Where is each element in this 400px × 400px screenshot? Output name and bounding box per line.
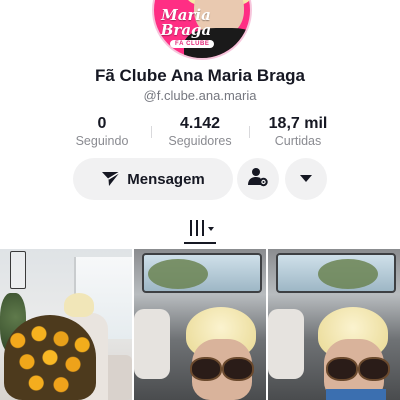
caret-down-icon: [299, 170, 313, 188]
content-tabs: [0, 212, 400, 244]
more-button[interactable]: [285, 158, 327, 200]
message-button[interactable]: Mensagem: [73, 158, 233, 200]
stat-following[interactable]: 0 Seguindo: [52, 114, 152, 149]
avatar-badge: FÃ CLUBE: [170, 40, 215, 48]
stat-value: 4.142: [179, 115, 221, 132]
thumbnail-trees: [148, 259, 208, 289]
video-grid: [0, 249, 400, 400]
video-thumbnail[interactable]: [0, 249, 132, 400]
person-gear-icon: [247, 166, 269, 193]
profile-stats: 0 Seguindo 4.142 Seguidores 18,7 mil Cur…: [52, 114, 348, 150]
stat-label: Seguindo: [75, 134, 129, 148]
message-label: Mensagem: [127, 170, 205, 188]
stat-likes: 18,7 mil Curtidas: [248, 114, 348, 149]
video-thumbnail[interactable]: [268, 249, 400, 400]
stat-value: 0: [97, 115, 107, 132]
avatar-text: Maria Braga: [160, 6, 212, 39]
thumbnail-seat: [134, 309, 170, 379]
stat-label: Seguidores: [168, 134, 232, 148]
username: @f.clube.ana.maria: [143, 88, 257, 103]
thumbnail-person-hair: [64, 293, 94, 317]
thumbnail-sunglasses: [190, 357, 254, 381]
stat-followers[interactable]: 4.142 Seguidores: [150, 114, 250, 149]
stat-value: 18,7 mil: [268, 115, 328, 132]
thumbnail-seat: [268, 309, 304, 379]
send-icon: [101, 170, 121, 188]
grid-lines-icon: [188, 219, 214, 242]
stat-label: Curtidas: [274, 134, 322, 148]
thumbnail-lamp: [10, 251, 26, 289]
thumbnail-trees: [318, 259, 378, 289]
video-thumbnail[interactable]: [134, 249, 266, 400]
active-tab-indicator: [184, 242, 216, 244]
avatar[interactable]: Maria Braga FÃ CLUBE: [152, 0, 252, 60]
profile-name: Fã Clube Ana Maria Braga: [94, 66, 306, 85]
thumbnail-shirt: [326, 389, 386, 400]
tab-videos[interactable]: [184, 218, 218, 242]
thumbnail-flowers: [4, 315, 96, 400]
thumbnail-sunglasses: [326, 357, 390, 381]
follow-options-button[interactable]: [237, 158, 279, 200]
